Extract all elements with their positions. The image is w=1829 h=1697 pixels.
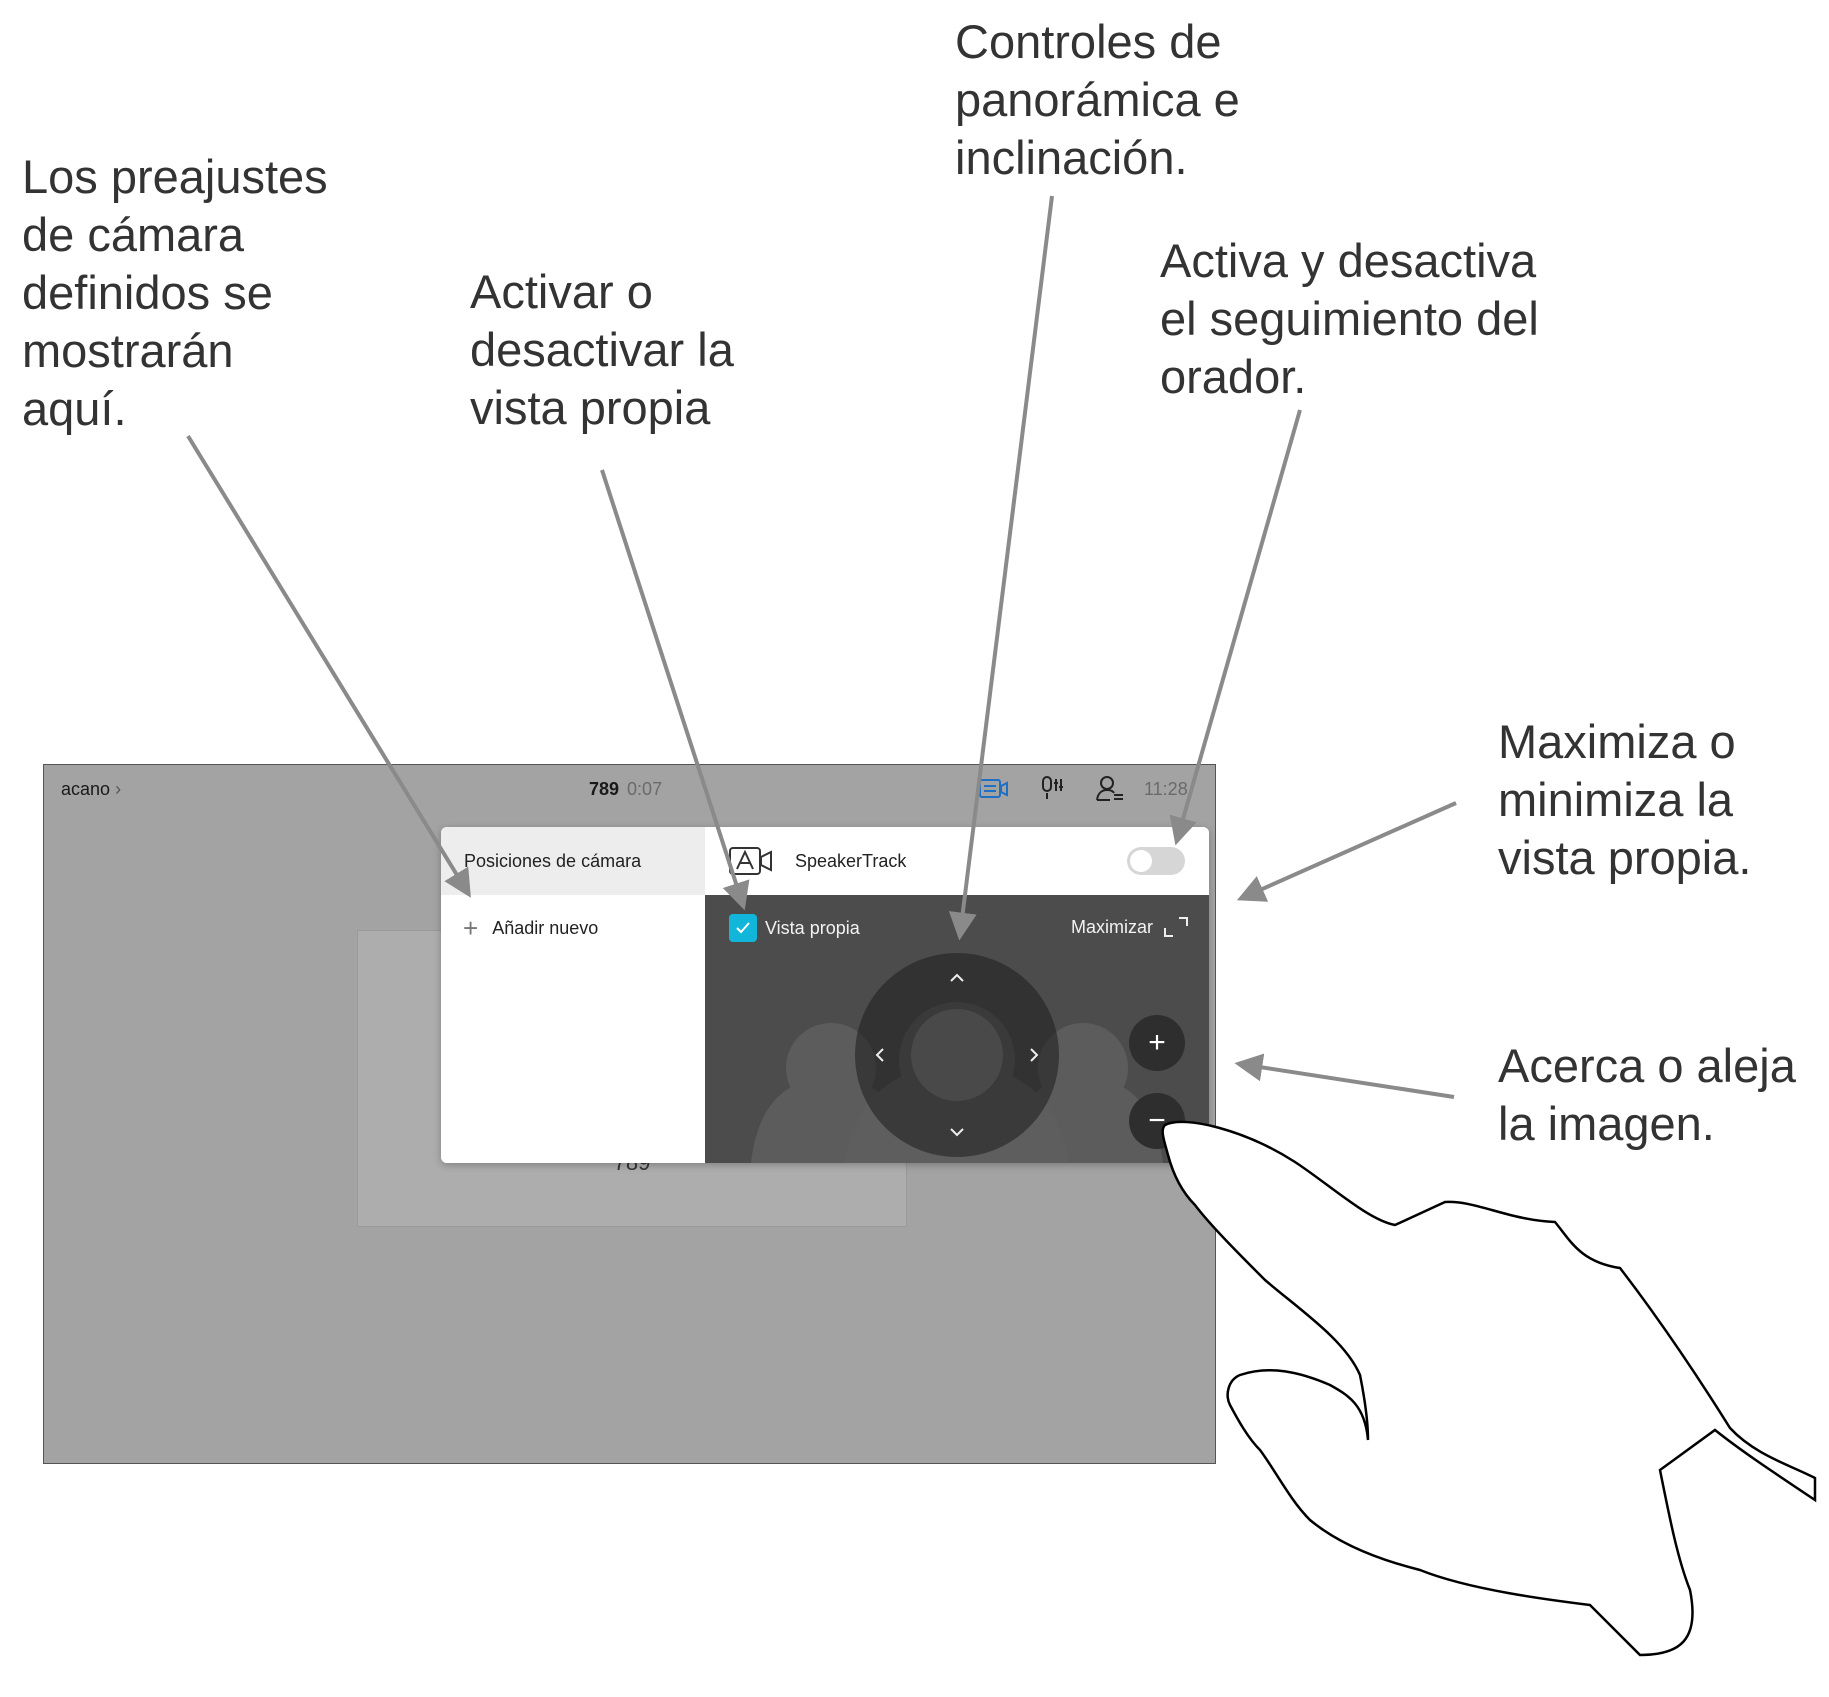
callout-selfview-toggle: Activar o desactivar la vista propia [470, 265, 734, 434]
callout-presets: Los preajustes de cámara definidos se mo… [22, 150, 328, 435]
toggle-knob [1130, 850, 1152, 872]
presets-title: Posiciones de cámara [464, 850, 642, 871]
add-new-preset-button[interactable]: + Añadir nuevo [441, 895, 705, 961]
pan-right-button[interactable] [1019, 1040, 1049, 1070]
callout-pan-tilt: Controles de panorámica e inclinación. [955, 15, 1240, 184]
pan-tilt-control [855, 953, 1059, 1157]
clock: 11:28 [1144, 779, 1188, 799]
call-name: acano [61, 779, 111, 799]
zoom-in-symbol: + [1148, 1026, 1166, 1059]
expand-icon [1164, 917, 1188, 937]
participants-icon[interactable] [1096, 775, 1124, 803]
selfview-video: Vista propia Maximizar + − [705, 895, 1209, 1163]
selfview-label: Vista propia [765, 917, 860, 938]
plus-icon: + [463, 913, 479, 943]
checkmark-icon [736, 922, 750, 934]
maximize-label: Maximizar [1070, 916, 1153, 937]
speakertrack-row: SpeakerTrack [705, 827, 1209, 895]
callout-zoom: Acerca o aleja la imagen. [1498, 1039, 1796, 1150]
presets-column: Posiciones de cámara + Añadir nuevo [441, 827, 705, 1163]
call-info: 789 0:07 [589, 779, 662, 800]
microphone-settings-icon[interactable] [1040, 775, 1066, 801]
tilt-up-button[interactable] [942, 963, 972, 993]
speakertrack-label: SpeakerTrack [795, 850, 907, 871]
pointer-zoom [1234, 1053, 1455, 1099]
speakertrack-icon [729, 847, 773, 875]
maximize-button[interactable]: Maximizar [1071, 914, 1189, 940]
call-number: 789 [589, 779, 620, 799]
chevron-right-icon: › [115, 779, 122, 799]
hand-illustration [1161, 1120, 1817, 1657]
add-new-label: Añadir nuevo [492, 917, 599, 938]
callout-speakertrack: Activa y desactiva el seguimiento del or… [1160, 234, 1539, 403]
zoom-in-button[interactable]: + [1129, 1015, 1185, 1071]
presets-header: Posiciones de cámara [441, 827, 705, 895]
camera-control-icon[interactable] [979, 777, 1009, 801]
call-name-link[interactable]: acano › [61, 779, 121, 800]
pointer-maximize [1236, 801, 1457, 902]
tilt-down-button[interactable] [942, 1117, 972, 1147]
speakertrack-toggle[interactable] [1127, 847, 1185, 875]
device-screen: acano › 789 0:07 11:28 789 [43, 764, 1216, 1464]
call-duration: 0:07 [627, 779, 663, 799]
zoom-out-symbol: − [1148, 1104, 1166, 1137]
pan-tilt-center [911, 1009, 1003, 1101]
zoom-out-button[interactable]: − [1129, 1093, 1185, 1149]
camera-control-panel: Posiciones de cámara + Añadir nuevo Spea… [441, 827, 1209, 1163]
selfview-checkbox[interactable] [729, 914, 757, 942]
pan-left-button[interactable] [865, 1040, 895, 1070]
selfview-checkbox-row[interactable]: Vista propia [729, 914, 860, 942]
callout-maximize: Maximiza o minimiza la vista propia. [1498, 715, 1752, 884]
